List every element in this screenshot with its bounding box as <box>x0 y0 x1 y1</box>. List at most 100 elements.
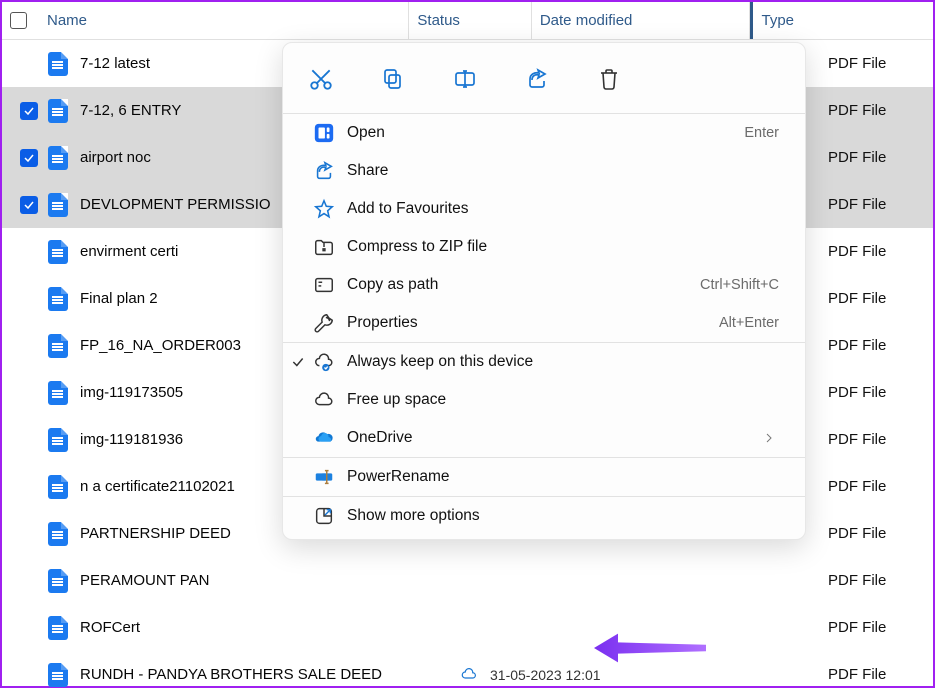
pdf-file-icon <box>48 616 68 640</box>
menu-powerrename[interactable]: PowerRename <box>283 458 805 496</box>
menu-copy-path-hint: Ctrl+Shift+C <box>700 277 779 293</box>
file-type: PDF File <box>828 572 933 589</box>
menu-free-up[interactable]: Free up space <box>283 381 805 419</box>
menu-open-hint: Enter <box>744 125 779 141</box>
menu-show-more[interactable]: Show more options <box>283 497 805 535</box>
share-button[interactable] <box>519 61 555 97</box>
pdf-file-icon <box>48 193 68 217</box>
file-type: PDF File <box>828 149 933 166</box>
row-checkbox[interactable] <box>20 55 38 73</box>
file-type: PDF File <box>828 196 933 213</box>
column-type-label: Type <box>761 12 794 29</box>
file-type: PDF File <box>828 384 933 401</box>
zip-folder-icon <box>313 236 335 258</box>
menu-compress-label: Compress to ZIP file <box>347 238 779 256</box>
pdf-file-icon <box>48 99 68 123</box>
context-menu: Open Enter Share Add to Favourites Compr… <box>282 42 806 540</box>
pdf-file-icon <box>48 428 68 452</box>
menu-onedrive[interactable]: OneDrive <box>283 419 805 457</box>
menu-favourites[interactable]: Add to Favourites <box>283 190 805 228</box>
pdf-file-icon <box>48 240 68 264</box>
pdf-file-icon <box>48 381 68 405</box>
menu-copy-path-label: Copy as path <box>347 276 700 294</box>
onedrive-icon <box>313 427 335 449</box>
copy-button[interactable] <box>375 61 411 97</box>
file-type: PDF File <box>828 478 933 495</box>
pdf-file-icon <box>48 287 68 311</box>
row-checkbox[interactable] <box>20 525 38 543</box>
column-date-label: Date modified <box>540 12 633 29</box>
row-checkbox[interactable] <box>20 149 38 167</box>
cut-button[interactable] <box>303 61 339 97</box>
pdf-file-icon <box>48 334 68 358</box>
menu-properties[interactable]: Properties Alt+Enter <box>283 304 805 342</box>
select-all-checkbox[interactable] <box>10 12 27 29</box>
context-toolbar <box>283 43 805 113</box>
powerrename-icon <box>313 466 335 488</box>
menu-always-keep-label: Always keep on this device <box>347 353 779 371</box>
column-status-label: Status <box>417 12 460 29</box>
file-name: ROFCert <box>80 619 460 636</box>
menu-properties-label: Properties <box>347 314 719 332</box>
cut-icon <box>308 66 334 92</box>
delete-button[interactable] <box>591 61 627 97</box>
copy-files-icon <box>381 67 405 91</box>
column-date[interactable]: Date modified <box>532 2 751 39</box>
pdf-file-icon <box>48 52 68 76</box>
column-status[interactable]: Status <box>409 2 531 39</box>
menu-copy-path[interactable]: Copy as path Ctrl+Shift+C <box>283 266 805 304</box>
pdf-file-icon <box>48 522 68 546</box>
star-icon <box>313 198 335 220</box>
rename-icon <box>453 67 477 91</box>
menu-compress[interactable]: Compress to ZIP file <box>283 228 805 266</box>
menu-free-up-label: Free up space <box>347 391 779 409</box>
pdf-file-icon <box>48 569 68 593</box>
rename-button[interactable] <box>447 61 483 97</box>
chevron-right-icon <box>763 432 775 444</box>
column-type[interactable]: Type <box>750 2 933 39</box>
file-type: PDF File <box>828 337 933 354</box>
file-type: PDF File <box>828 525 933 542</box>
cloud-icon <box>313 389 335 411</box>
menu-show-more-label: Show more options <box>347 507 779 525</box>
pdf-file-icon <box>48 475 68 499</box>
copy-path-icon <box>313 274 335 296</box>
menu-open[interactable]: Open Enter <box>283 114 805 152</box>
file-row[interactable]: ROFCertPDF File <box>2 604 933 651</box>
menu-onedrive-label: OneDrive <box>347 429 779 447</box>
column-name[interactable]: Name <box>2 2 409 39</box>
menu-always-keep[interactable]: Always keep on this device <box>283 343 805 381</box>
row-checkbox[interactable] <box>20 619 38 637</box>
open-app-icon <box>313 122 335 144</box>
share-arrow-icon <box>313 160 335 182</box>
row-checkbox[interactable] <box>20 431 38 449</box>
row-checkbox[interactable] <box>20 243 38 261</box>
file-type: PDF File <box>828 102 933 119</box>
cloud-sync-icon <box>313 351 335 373</box>
row-checkbox[interactable] <box>20 337 38 355</box>
menu-open-label: Open <box>347 124 744 142</box>
pdf-file-icon <box>48 146 68 170</box>
row-checkbox[interactable] <box>20 290 38 308</box>
row-checkbox[interactable] <box>20 102 38 120</box>
status-icon <box>460 666 490 684</box>
wrench-icon <box>313 312 335 334</box>
pdf-file-icon <box>48 663 68 687</box>
row-checkbox[interactable] <box>20 666 38 684</box>
column-name-label: Name <box>47 12 87 29</box>
check-icon <box>287 355 309 369</box>
row-checkbox[interactable] <box>20 478 38 496</box>
row-checkbox[interactable] <box>20 572 38 590</box>
file-type: PDF File <box>828 243 933 260</box>
row-checkbox[interactable] <box>20 196 38 214</box>
file-date: 31-05-2023 12:01 <box>490 667 640 683</box>
show-more-icon <box>313 505 335 527</box>
menu-share[interactable]: Share <box>283 152 805 190</box>
trash-icon <box>597 67 621 91</box>
file-name: RUNDH - PANDYA BROTHERS SALE DEED <box>80 666 460 683</box>
row-checkbox[interactable] <box>20 384 38 402</box>
menu-properties-hint: Alt+Enter <box>719 315 779 331</box>
file-row[interactable]: PERAMOUNT PANPDF File <box>2 557 933 604</box>
menu-share-label: Share <box>347 162 779 180</box>
file-row[interactable]: RUNDH - PANDYA BROTHERS SALE DEED 31-05-2… <box>2 651 933 688</box>
